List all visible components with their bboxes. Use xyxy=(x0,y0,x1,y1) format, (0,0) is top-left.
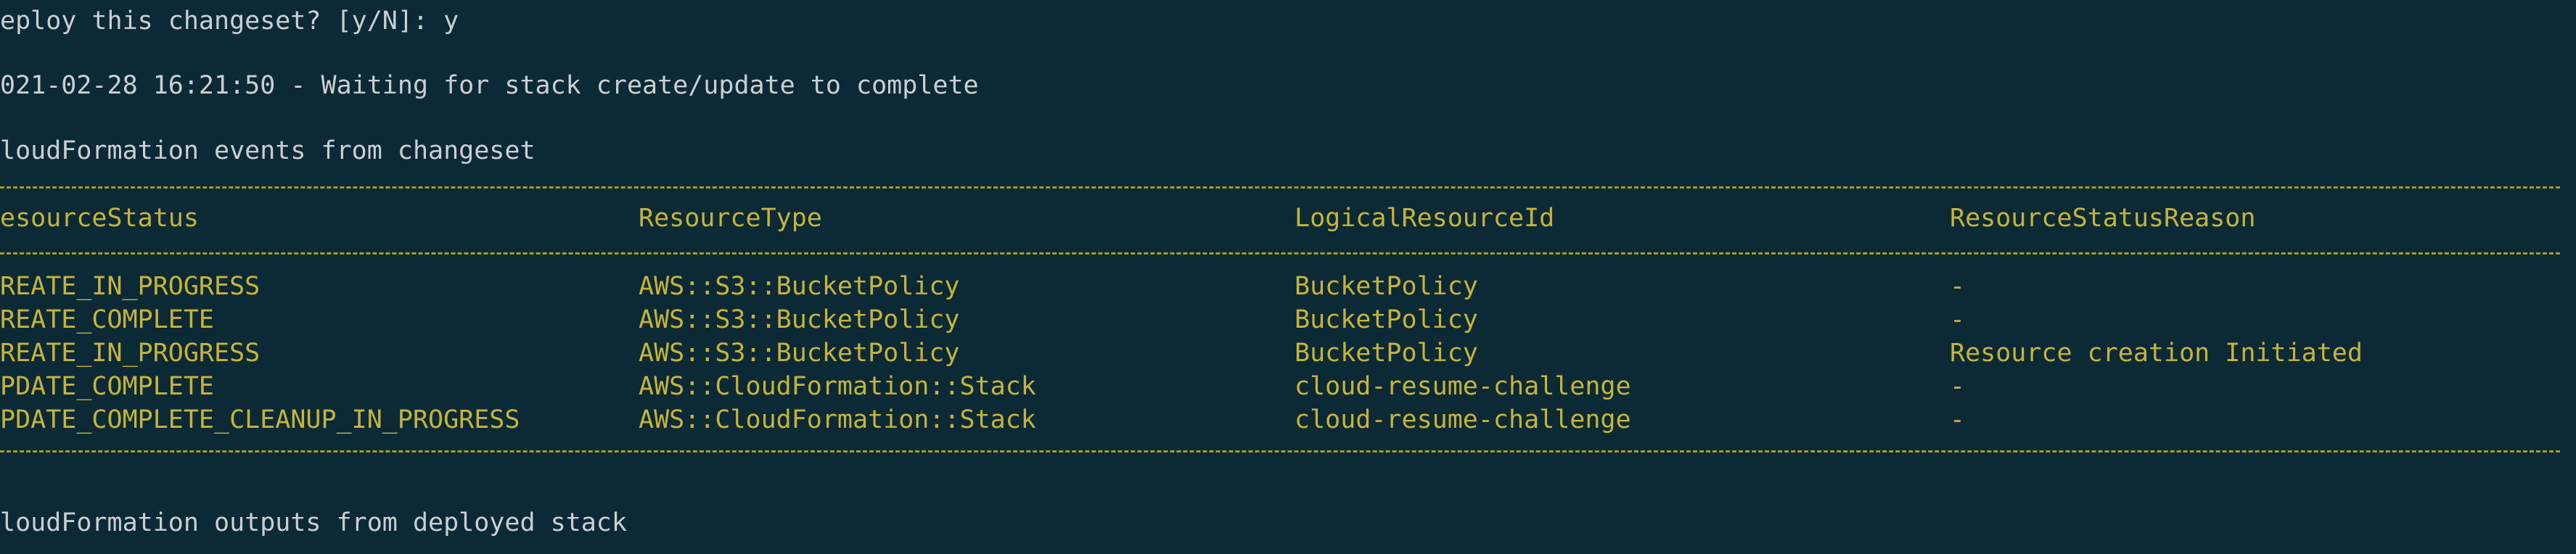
header-resource-type: ResourceType xyxy=(639,204,822,233)
header-logical-resource-id: LogicalResourceId xyxy=(1295,204,1555,233)
cell-type: AWS::CloudFormation::Stack xyxy=(639,372,1036,401)
cell-logical-id: cloud-resume-challenge xyxy=(1295,405,1631,434)
header-resource-status-reason: ResourceStatusReason xyxy=(1950,204,2256,233)
table-divider-top xyxy=(0,186,2560,189)
table-row: REATE_IN_PROGRESS AWS::S3::BucketPolicy … xyxy=(0,270,2576,303)
cell-status: PDATE_COMPLETE xyxy=(0,372,215,401)
cell-logical-id: BucketPolicy xyxy=(1295,272,1478,301)
cell-status: REATE_COMPLETE xyxy=(0,305,215,334)
cell-status: REATE_IN_PROGRESS xyxy=(0,339,261,368)
cell-status: REATE_IN_PROGRESS xyxy=(0,272,261,301)
cell-logical-id: BucketPolicy xyxy=(1295,339,1478,368)
table-row: PDATE_COMPLETE_CLEANUP_IN_PROGRESS AWS::… xyxy=(0,403,2576,437)
cell-reason: - xyxy=(1950,372,1966,401)
outputs-heading: loudFormation outputs from deployed stac… xyxy=(0,508,627,537)
cell-type: AWS::CloudFormation::Stack xyxy=(639,405,1036,434)
events-heading: loudFormation events from changeset xyxy=(0,136,536,165)
prompt-line: eploy this changeset? [y/N]: y xyxy=(0,7,459,36)
cell-status: PDATE_COMPLETE_CLEANUP_IN_PROGRESS xyxy=(0,405,520,434)
cell-reason: - xyxy=(1950,405,1966,434)
waiting-line: 021-02-28 16:21:50 - Waiting for stack c… xyxy=(0,71,979,100)
table-header-row: esourceStatus ResourceType LogicalResour… xyxy=(0,202,2576,235)
cell-type: AWS::S3::BucketPolicy xyxy=(639,339,960,368)
cell-reason: - xyxy=(1950,305,1966,334)
terminal-window[interactable]: { "terminal": { "prompt_line": "eploy th… xyxy=(0,0,2576,554)
cell-type: AWS::S3::BucketPolicy xyxy=(639,305,960,334)
cell-reason: Resource creation Initiated xyxy=(1950,339,2363,368)
table-divider-header xyxy=(0,252,2560,255)
table-row: PDATE_COMPLETE AWS::CloudFormation::Stac… xyxy=(0,370,2576,403)
table-divider-bottom xyxy=(0,450,2560,452)
table-row: REATE_COMPLETE AWS::S3::BucketPolicy Buc… xyxy=(0,303,2576,336)
table-row: REATE_IN_PROGRESS AWS::S3::BucketPolicy … xyxy=(0,336,2576,370)
cell-logical-id: BucketPolicy xyxy=(1295,305,1478,334)
cell-logical-id: cloud-resume-challenge xyxy=(1295,372,1631,401)
header-resource-status: esourceStatus xyxy=(0,204,199,233)
cell-type: AWS::S3::BucketPolicy xyxy=(639,272,960,301)
cell-reason: - xyxy=(1950,272,1966,301)
